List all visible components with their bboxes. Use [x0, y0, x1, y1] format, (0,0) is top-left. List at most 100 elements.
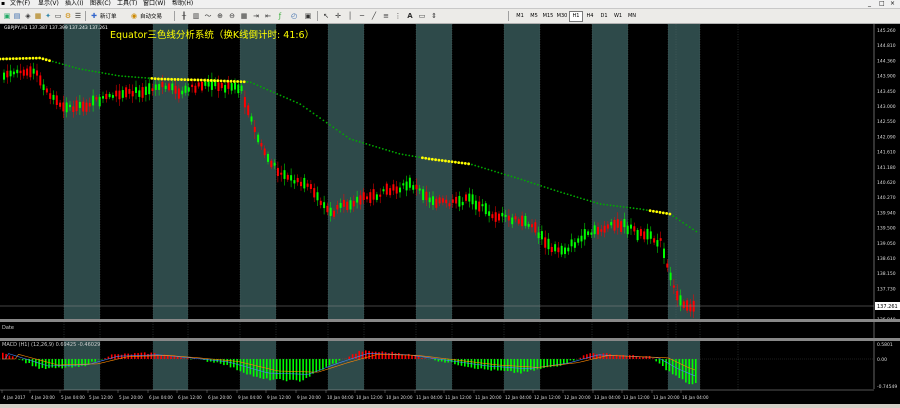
ma-dot: [398, 153, 400, 155]
restore-button[interactable]: □: [879, 0, 885, 8]
candle-body: [676, 291, 678, 300]
timeframe-m15[interactable]: M15: [541, 11, 555, 22]
bar-chart-icon[interactable]: ╫: [180, 11, 188, 21]
ma-dot: [375, 146, 377, 148]
timeframe-m1[interactable]: M1: [513, 11, 527, 22]
text-icon[interactable]: A: [406, 11, 414, 21]
time-axis-label: 12 Jan 12:00: [534, 395, 561, 400]
ma-dot: [313, 113, 315, 115]
candle-body: [69, 105, 71, 107]
indicators-icon[interactable]: ƒ: [276, 11, 284, 21]
new-order-button[interactable]: 新订单: [100, 12, 117, 20]
ma-dot: [629, 207, 631, 209]
ma-dot: [266, 89, 268, 91]
ma-dot: [372, 145, 374, 147]
ma-dot: [62, 63, 64, 65]
periods-icon[interactable]: ◴: [290, 11, 298, 21]
time-axis-label: 9 Jan 12:00: [267, 395, 291, 400]
ma-dot: [540, 185, 542, 187]
autoscroll-icon[interactable]: ⇥: [252, 11, 260, 21]
ma-dot: [38, 57, 41, 60]
timeframe-d1[interactable]: D1: [597, 11, 611, 22]
arrows-icon[interactable]: ⇕: [430, 11, 438, 21]
chart-shift-icon[interactable]: ⇤: [264, 11, 272, 21]
candle-body: [567, 248, 569, 252]
menu-charts[interactable]: 图表(C): [90, 0, 111, 8]
menu-view[interactable]: 显示(V): [38, 0, 59, 8]
minimize-button[interactable]: _: [868, 0, 871, 8]
macd-bar: [659, 359, 661, 364]
settings-icon[interactable]: ☰: [74, 11, 82, 21]
macd-bar: [85, 359, 87, 366]
zoom-out-icon[interactable]: ⊖: [228, 11, 236, 21]
zoom-in-icon[interactable]: ⊕: [216, 11, 224, 21]
timeframe-m30[interactable]: M30: [555, 11, 569, 22]
timeframe-h1[interactable]: H1: [569, 11, 583, 22]
candle-body: [326, 206, 328, 212]
candle-body: [138, 90, 140, 96]
candle-body: [16, 70, 18, 73]
autotrade-button[interactable]: 自动交易: [140, 12, 162, 20]
macd-bar: [418, 356, 420, 359]
tester-icon[interactable]: ⚙: [64, 11, 72, 21]
macd-bar: [58, 359, 60, 367]
macd-bar: [289, 359, 291, 380]
macd-bar: [382, 351, 384, 359]
menu-file[interactable]: 文件(F): [10, 0, 30, 8]
candle-chart-icon[interactable]: ▥: [192, 11, 200, 21]
candle-body: [521, 216, 523, 227]
crosshair-icon[interactable]: ✛: [334, 11, 342, 21]
ma-dot: [530, 182, 532, 184]
timeframe-w1[interactable]: W1: [611, 11, 625, 22]
session-band: [328, 24, 364, 319]
channel-icon[interactable]: ≡: [382, 11, 390, 21]
terminal-icon[interactable]: ▭: [54, 11, 62, 21]
candle-body: [561, 246, 563, 255]
cursor-icon[interactable]: ↖: [322, 11, 330, 21]
candle-body: [620, 221, 622, 232]
candle-body: [666, 264, 668, 268]
new-order-icon[interactable]: ✚: [90, 11, 98, 21]
menu-help[interactable]: 帮助(H): [172, 0, 193, 8]
app-icon[interactable]: ▪: [1, 0, 5, 8]
timeframe-m5[interactable]: M5: [527, 11, 541, 22]
candle-body: [630, 225, 632, 229]
autotrade-icon[interactable]: ◉: [130, 11, 138, 21]
ma-dot: [154, 77, 157, 80]
ma-dot: [309, 110, 311, 112]
horizontal-line-icon[interactable]: ─: [358, 11, 366, 21]
menu-tools[interactable]: 工具(T): [117, 0, 137, 8]
timeframe-h4[interactable]: H4: [583, 11, 597, 22]
navigator-icon[interactable]: ✦: [44, 11, 52, 21]
close-button[interactable]: ×: [890, 0, 895, 8]
candle-body: [115, 91, 117, 97]
fibonacci-icon[interactable]: ⋮: [394, 11, 402, 21]
label-icon[interactable]: ▭: [418, 11, 426, 21]
market-watch-icon[interactable]: ◈: [24, 11, 32, 21]
ma-dot: [42, 57, 45, 60]
new-chart-icon[interactable]: ▣: [3, 11, 11, 21]
tile-windows-icon[interactable]: ▦: [240, 11, 248, 21]
price-chart-canvas[interactable]: 145.260144.810144.360143.900143.450143.0…: [0, 24, 900, 404]
macd-bar: [655, 359, 657, 361]
price-axis-tick: 139.940: [877, 210, 896, 216]
ma-dot: [75, 67, 77, 69]
candle-body: [270, 161, 272, 167]
chart-window[interactable]: 145.260144.810144.360143.900143.450143.0…: [0, 24, 900, 404]
panel-separator[interactable]: [0, 319, 900, 322]
candle-body: [458, 196, 460, 207]
timeframe-mn[interactable]: MN: [625, 11, 639, 22]
menu-window[interactable]: 窗口(W): [143, 0, 166, 8]
ma-dot: [689, 226, 691, 228]
panel-separator[interactable]: [0, 338, 900, 341]
data-window-icon[interactable]: ▦: [34, 11, 42, 21]
vertical-line-icon[interactable]: │: [346, 11, 354, 21]
line-chart-icon[interactable]: 〜: [204, 11, 212, 21]
ma-dot: [362, 142, 364, 144]
menu-insert[interactable]: 插入(I): [65, 0, 83, 8]
macd-bar: [32, 359, 34, 366]
trendline-icon[interactable]: ╱: [370, 11, 378, 21]
templates-icon[interactable]: ▣: [304, 11, 312, 21]
profiles-icon[interactable]: ▤: [13, 11, 21, 21]
ma-dot: [190, 78, 193, 81]
